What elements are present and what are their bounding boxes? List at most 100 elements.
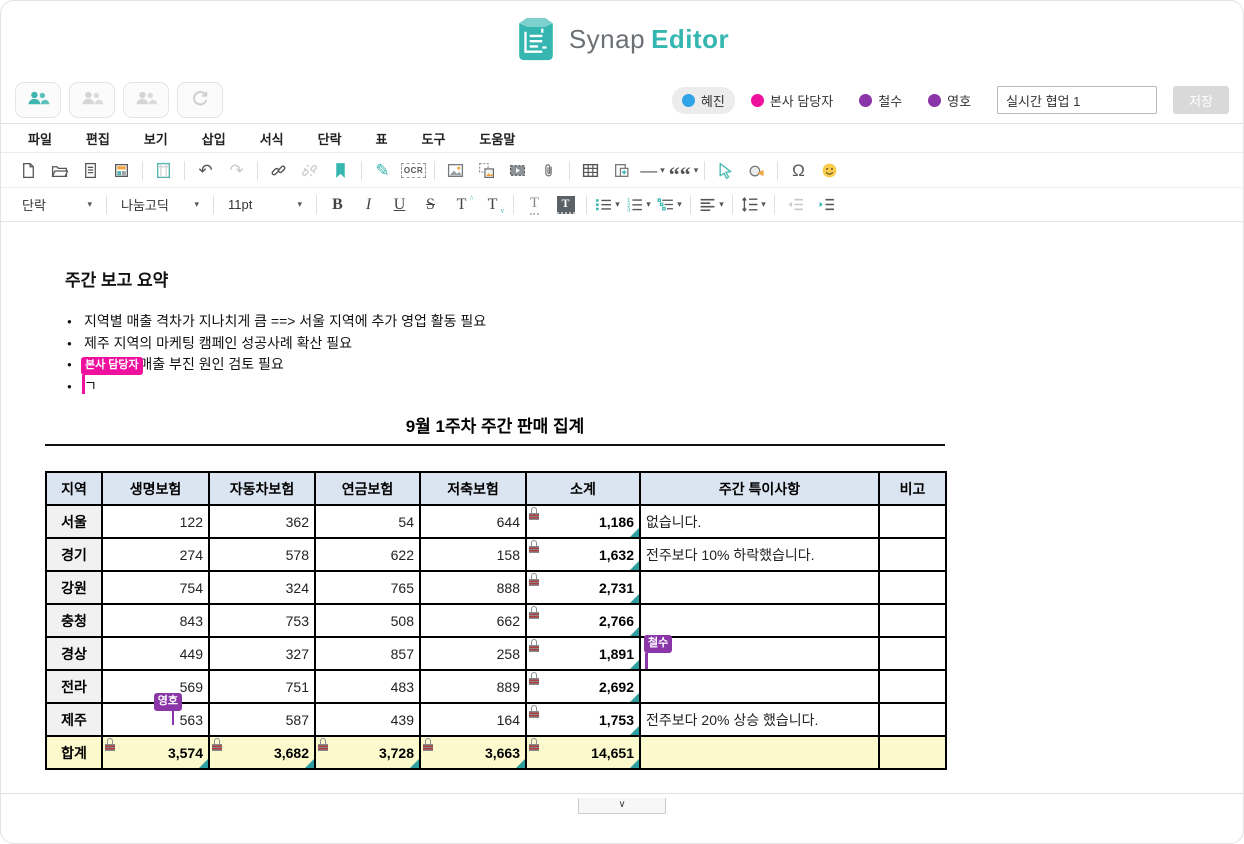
italic-button[interactable]: I: [353, 191, 384, 218]
region-cell[interactable]: 충청: [46, 604, 102, 637]
text-color-button[interactable]: T: [519, 191, 550, 218]
quote-button[interactable]: ““▾: [668, 157, 699, 184]
value-cell[interactable]: 888: [420, 571, 526, 604]
frame-insert-button[interactable]: [606, 157, 637, 184]
sync-refresh-button[interactable]: [177, 82, 223, 118]
value-cell[interactable]: 753: [209, 604, 315, 637]
region-cell[interactable]: 제주: [46, 703, 102, 736]
table-title[interactable]: 9월 1주차 주간 판매 집계: [45, 412, 945, 437]
menu-item-paragraph[interactable]: 단락: [301, 129, 359, 148]
image-button[interactable]: [440, 157, 471, 184]
value-cell[interactable]: 751: [209, 670, 315, 703]
value-cell[interactable]: 324: [209, 571, 315, 604]
value-cell[interactable]: 54: [315, 505, 420, 538]
value-cell[interactable]: 449: [102, 637, 209, 670]
ocr-button[interactable]: OCR: [398, 157, 429, 184]
subtotal-cell[interactable]: 1,186: [526, 505, 640, 538]
region-cell[interactable]: 경기: [46, 538, 102, 571]
shape-draw-button[interactable]: [741, 157, 772, 184]
value-cell[interactable]: 754: [102, 571, 209, 604]
value-cell[interactable]: 362: [209, 505, 315, 538]
region-cell[interactable]: 서울: [46, 505, 102, 538]
region-cell[interactable]: 강원: [46, 571, 102, 604]
document-properties-button[interactable]: [75, 157, 106, 184]
special-character-button[interactable]: Ω: [783, 157, 814, 184]
subtotal-cell[interactable]: 2,766: [526, 604, 640, 637]
menu-item-tools[interactable]: 도구: [405, 129, 463, 148]
collaborator-chip[interactable]: 본사 담당자: [741, 87, 843, 114]
align-button[interactable]: ▾: [696, 191, 727, 218]
link-button[interactable]: [263, 157, 294, 184]
note-cell[interactable]: [640, 604, 879, 637]
collaboration-group-3-button[interactable]: [123, 82, 169, 118]
menu-item-file[interactable]: 파일: [11, 129, 69, 148]
subtotal-cell[interactable]: 1,632: [526, 538, 640, 571]
table-header-cell[interactable]: 소계: [526, 472, 640, 505]
subtotal-cell[interactable]: 2,692: [526, 670, 640, 703]
document-title-input[interactable]: [997, 86, 1157, 114]
value-cell[interactable]: 857: [315, 637, 420, 670]
table-header-cell[interactable]: 비고: [879, 472, 946, 505]
bold-button[interactable]: B: [322, 191, 353, 218]
sales-table[interactable]: 지역생명보험자동차보험연금보험저축보험소계주간 특이사항비고서울12236254…: [45, 471, 947, 770]
table-title-block[interactable]: 9월 1주차 주간 판매 집계: [45, 412, 945, 446]
table-header-cell[interactable]: 주간 특이사항: [640, 472, 879, 505]
value-cell[interactable]: 3,663: [420, 736, 526, 769]
bullet-list-button[interactable]: ▾: [592, 191, 623, 218]
note-cell[interactable]: 없습니다.: [640, 505, 879, 538]
value-cell[interactable]: 578: [209, 538, 315, 571]
highlight-color-button[interactable]: T: [550, 191, 581, 218]
value-cell[interactable]: 889: [420, 670, 526, 703]
table-header-cell[interactable]: 저축보험: [420, 472, 526, 505]
collaborator-chip[interactable]: 철수: [849, 87, 912, 114]
note-cell[interactable]: 전주보다 10% 하락했습니다.: [640, 538, 879, 571]
font-size-select[interactable]: 11pt▾: [219, 191, 311, 218]
image-gallery-button[interactable]: [471, 157, 502, 184]
collaboration-group-2-button[interactable]: [69, 82, 115, 118]
subtotal-cell[interactable]: 1,753: [526, 703, 640, 736]
note-cell[interactable]: 전주보다 20% 상승 했습니다.: [640, 703, 879, 736]
remark-cell[interactable]: [879, 736, 946, 769]
remark-cell[interactable]: [879, 637, 946, 670]
table-header-cell[interactable]: 생명보험: [102, 472, 209, 505]
value-cell[interactable]: 122: [102, 505, 209, 538]
bullet-item[interactable]: 지역별 매출 격차가 지나치게 큼 ==> 서울 지역에 추가 영업 활동 필요: [67, 311, 927, 333]
region-cell[interactable]: 합계: [46, 736, 102, 769]
new-document-button[interactable]: [13, 157, 44, 184]
numbered-list-button[interactable]: 123▾: [623, 191, 654, 218]
remark-cell[interactable]: [879, 604, 946, 637]
video-button[interactable]: [502, 157, 533, 184]
indent-button[interactable]: [811, 191, 842, 218]
menu-item-format[interactable]: 서식: [243, 129, 301, 148]
page-layout-button[interactable]: [148, 157, 179, 184]
table-header-cell[interactable]: 연금보험: [315, 472, 420, 505]
value-cell[interactable]: 164: [420, 703, 526, 736]
document-heading[interactable]: 주간 보고 요약: [65, 266, 1243, 291]
outdent-button[interactable]: [780, 191, 811, 218]
multilevel-list-button[interactable]: ▾: [654, 191, 685, 218]
subtotal-cell[interactable]: 2,731: [526, 571, 640, 604]
note-cell[interactable]: [640, 736, 879, 769]
select-pointer-button[interactable]: [710, 157, 741, 184]
open-document-button[interactable]: [44, 157, 75, 184]
template-button[interactable]: [106, 157, 137, 184]
font-family-select[interactable]: 나눔고딕▾: [112, 191, 208, 218]
undo-button[interactable]: ↶: [190, 157, 221, 184]
emoji-button[interactable]: [814, 157, 845, 184]
value-cell[interactable]: 439: [315, 703, 420, 736]
subtotal-cell[interactable]: 1,891: [526, 637, 640, 670]
document-canvas[interactable]: 주간 보고 요약 지역별 매출 격차가 지나치게 큼 ==> 서울 지역에 추가…: [1, 222, 1243, 770]
underline-button[interactable]: U: [384, 191, 415, 218]
collaboration-users-button[interactable]: [15, 82, 61, 118]
remark-cell[interactable]: [879, 670, 946, 703]
note-cell[interactable]: [640, 670, 879, 703]
attachment-button[interactable]: [533, 157, 564, 184]
bullet-item[interactable]: ㄱ: [67, 376, 927, 398]
value-cell[interactable]: 644: [420, 505, 526, 538]
line-spacing-button[interactable]: ▾: [738, 191, 769, 218]
value-cell[interactable]: 587: [209, 703, 315, 736]
value-cell[interactable]: 327: [209, 637, 315, 670]
menu-item-help[interactable]: 도움말: [462, 129, 532, 148]
bookmark-button[interactable]: [325, 157, 356, 184]
collapse-toolbar-button[interactable]: ∨: [578, 798, 666, 814]
